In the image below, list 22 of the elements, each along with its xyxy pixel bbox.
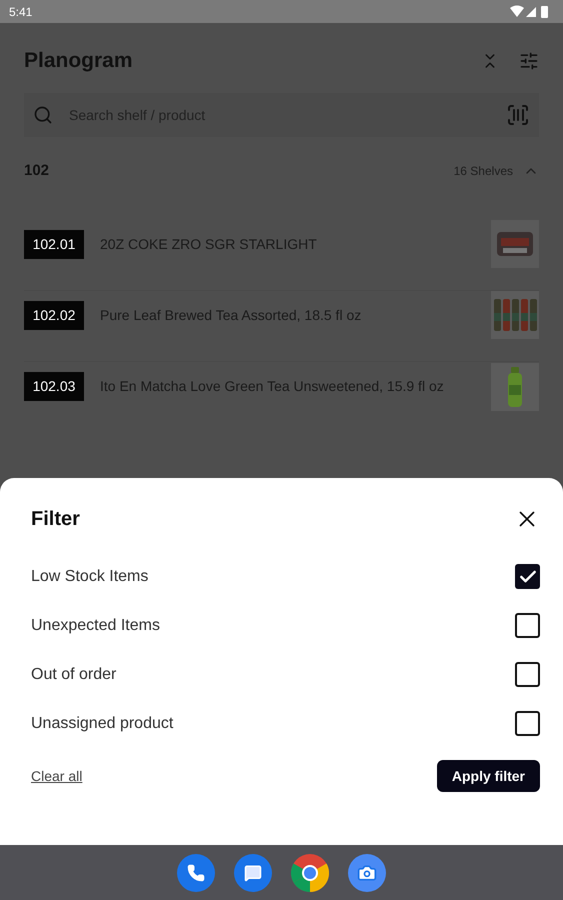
clear-all-link[interactable]: Clear all	[31, 766, 82, 786]
apply-filter-button[interactable]: Apply filter	[436, 760, 540, 792]
filter-option-label: Low Stock Items	[31, 566, 148, 586]
filter-option-label: Unexpected Items	[31, 616, 160, 636]
page-title: Planogram	[24, 48, 133, 74]
shelf-code: 102.01	[24, 230, 84, 258]
sheet-title: Filter	[31, 507, 80, 532]
shelf-code: 102.02	[24, 300, 84, 330]
search-icon	[33, 104, 53, 124]
filter-option-label: Out of order	[31, 664, 116, 684]
checkbox[interactable]	[515, 711, 540, 736]
phone-app-icon[interactable]	[177, 854, 215, 892]
checkbox[interactable]	[515, 662, 540, 687]
checkbox[interactable]	[515, 564, 540, 589]
browser-app-icon[interactable]	[291, 854, 329, 892]
camera-app-icon[interactable]	[348, 854, 386, 892]
shelf-code: 102.03	[24, 372, 84, 401]
checkbox[interactable]	[515, 613, 540, 638]
section-title: 102	[24, 160, 50, 180]
filter-option-label: Unassigned product	[31, 714, 174, 734]
clock: 5:41	[9, 4, 32, 20]
messages-app-icon[interactable]	[234, 854, 272, 892]
